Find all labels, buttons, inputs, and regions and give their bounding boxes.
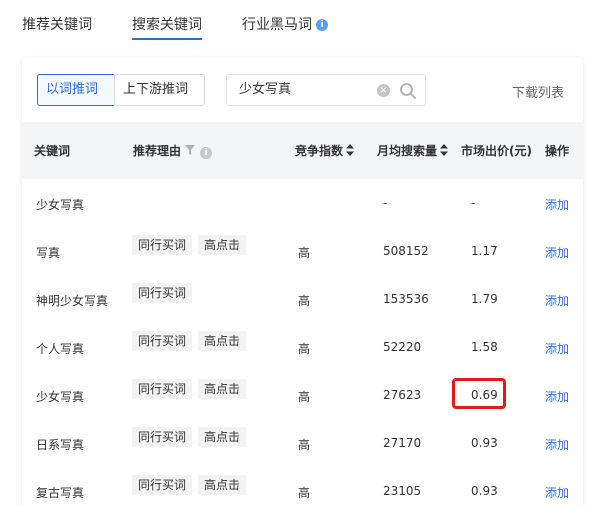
monthly-search-cell: 27170 <box>383 436 422 450</box>
tag-high-click: 高点击 <box>198 235 247 255</box>
header-action: 操作 <box>545 144 570 158</box>
add-button[interactable]: 添加 <box>545 292 569 309</box>
tag-high-click: 高点击 <box>198 475 247 495</box>
tab-label: 行业黑马词 <box>242 17 312 33</box>
keyword-cell: 写真 <box>36 246 61 260</box>
monthly-search-cell: 27623 <box>383 388 422 402</box>
header-competition[interactable]: 竞争指数 <box>295 142 355 159</box>
reason-tags: 同行买词 高点击 <box>132 475 252 495</box>
table-row: 少女写真 - - 添加 <box>22 179 583 227</box>
competition-cell: 高 <box>298 438 311 452</box>
tag-peer-bought: 同行买词 <box>132 235 193 255</box>
reason-tags: 同行买词 高点击 <box>132 427 252 447</box>
competition-cell: 高 <box>298 294 311 308</box>
monthly-search-cell: - <box>383 196 388 210</box>
market-bid-cell: - <box>471 196 476 210</box>
clear-icon[interactable]: × <box>377 84 390 97</box>
keyword-cell: 复古写真 <box>36 486 85 500</box>
competition-cell: 高 <box>298 390 311 404</box>
tab-search-keywords[interactable]: 搜索关键词 <box>132 14 202 40</box>
tag-peer-bought: 同行买词 <box>132 475 193 495</box>
market-bid-cell: 1.58 <box>471 340 498 354</box>
keyword-cell: 日系写真 <box>36 438 85 452</box>
mode-label: 以词推词 <box>46 82 99 97</box>
header-market-bid: 市场出价(元) <box>461 144 532 158</box>
keyword-table-card: 以词推词 上下游推词 少女写真 × 下载列表 关键词 推荐理由 i 竞争指数 月均… <box>22 58 583 506</box>
monthly-search-cell: 153536 <box>383 292 429 306</box>
active-tab-underline <box>132 38 202 40</box>
reason-tags: 同行买词 高点击 <box>132 331 252 351</box>
header-keyword: 关键词 <box>34 144 71 158</box>
table-row: 复古写真 同行买词 高点击 高 23105 0.93 添加 <box>22 467 583 506</box>
table-row: 神明少女写真 同行买词 高 153536 1.79 添加 <box>22 275 583 323</box>
competition-cell: 高 <box>298 486 311 500</box>
tag-peer-bought: 同行买词 <box>132 379 193 399</box>
keyword-cell: 少女写真 <box>36 390 85 404</box>
search-icon[interactable] <box>399 82 417 100</box>
header-reason: 推荐理由 i <box>133 142 213 159</box>
monthly-search-cell: 52220 <box>383 340 422 354</box>
header-reason-label: 推荐理由 <box>133 144 182 158</box>
tag-peer-bought: 同行买词 <box>132 331 193 351</box>
keyword-cell: 少女写真 <box>36 198 85 212</box>
mode-word-to-word-button[interactable]: 以词推词 <box>37 74 115 106</box>
sort-icon[interactable] <box>346 144 355 156</box>
tab-label: 推荐关键词 <box>22 17 92 33</box>
tab-label: 搜索关键词 <box>132 17 202 33</box>
search-value[interactable]: 少女写真 <box>239 75 291 105</box>
sort-icon[interactable] <box>440 144 449 156</box>
market-bid-cell: 0.93 <box>471 436 498 450</box>
tab-industry-dark-horse[interactable]: 行业黑马词 i <box>242 14 328 34</box>
keyword-cell: 神明少女写真 <box>36 294 109 308</box>
add-button[interactable]: 添加 <box>545 388 569 405</box>
reason-tags: 同行买词 高点击 <box>132 379 252 399</box>
add-button[interactable]: 添加 <box>545 436 569 453</box>
tag-high-click: 高点击 <box>198 379 247 399</box>
monthly-search-cell: 23105 <box>383 484 422 498</box>
highlight-box <box>452 378 506 409</box>
header-monthly-search-label: 月均搜索量 <box>377 144 438 158</box>
market-bid-cell: 0.93 <box>471 484 498 498</box>
competition-cell: 高 <box>298 246 311 260</box>
table-header: 关键词 推荐理由 i 竞争指数 月均搜索量 市场出价(元) 操作 <box>22 122 583 179</box>
tag-high-click: 高点击 <box>198 331 247 351</box>
add-button[interactable]: 添加 <box>545 196 569 213</box>
search-input[interactable]: 少女写真 × <box>226 74 426 106</box>
market-bid-cell: 1.79 <box>471 292 498 306</box>
info-icon[interactable]: i <box>316 19 328 31</box>
competition-cell: 高 <box>298 342 311 356</box>
filter-icon[interactable] <box>184 144 196 156</box>
tag-peer-bought: 同行买词 <box>132 283 193 303</box>
download-list-link[interactable]: 下载列表 <box>512 82 564 101</box>
add-button[interactable]: 添加 <box>545 340 569 357</box>
market-bid-cell: 1.17 <box>471 244 498 258</box>
table-row: 日系写真 同行买词 高点击 高 27170 0.93 添加 <box>22 419 583 467</box>
monthly-search-cell: 508152 <box>383 244 429 258</box>
keyword-cell: 个人写真 <box>36 342 85 356</box>
table-row: 写真 同行买词 高点击 高 508152 1.17 添加 <box>22 227 583 275</box>
mode-label: 上下游推词 <box>123 82 189 97</box>
info-icon[interactable]: i <box>200 147 213 159</box>
header-competition-label: 竞争指数 <box>295 144 344 158</box>
reason-tags: 同行买词 高点击 <box>132 235 252 255</box>
top-tabs: 推荐关键词 搜索关键词 行业黑马词 i <box>0 0 591 56</box>
tab-recommended-keywords[interactable]: 推荐关键词 <box>22 14 92 34</box>
mode-upstream-downstream-button[interactable]: 上下游推词 <box>114 74 205 106</box>
add-button[interactable]: 添加 <box>545 244 569 261</box>
reason-tags: 同行买词 <box>132 283 198 303</box>
table-row: 个人写真 同行买词 高点击 高 52220 1.58 添加 <box>22 323 583 371</box>
header-monthly-search[interactable]: 月均搜索量 <box>377 142 449 159</box>
tag-peer-bought: 同行买词 <box>132 427 193 447</box>
add-button[interactable]: 添加 <box>545 484 569 501</box>
tag-high-click: 高点击 <box>198 427 247 447</box>
